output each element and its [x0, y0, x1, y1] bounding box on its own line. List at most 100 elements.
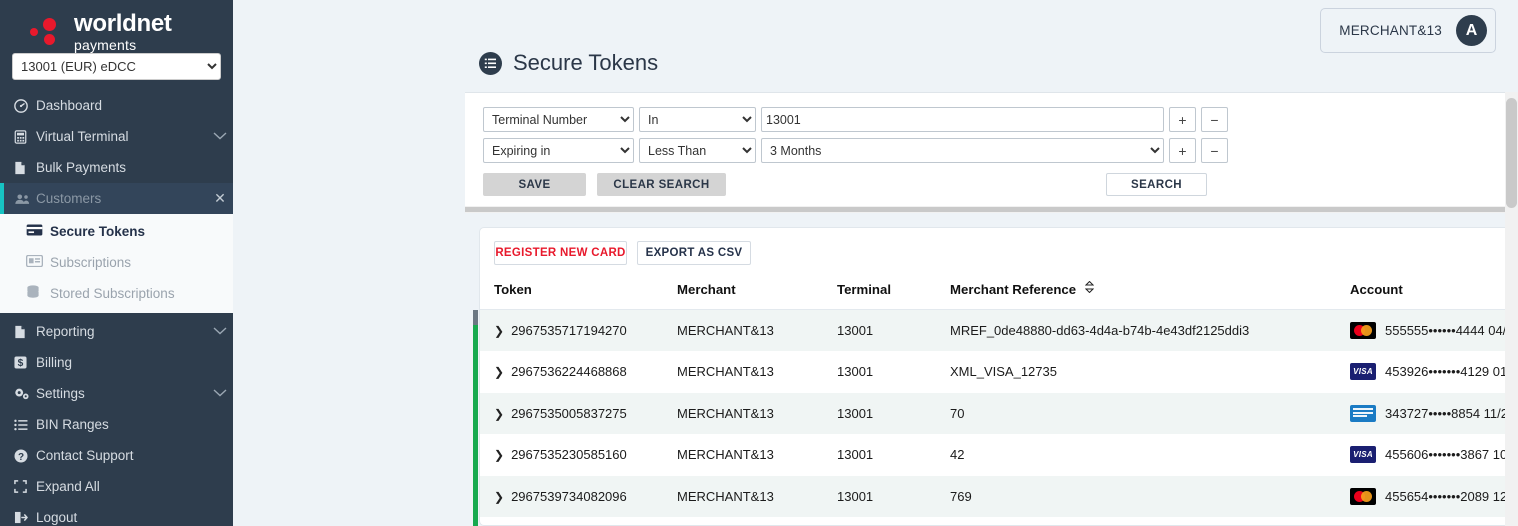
sidebar-item-reporting[interactable]: Reporting	[0, 316, 233, 347]
table-row[interactable]: ❯ 2967535717194270 MERCHANT&13 13001 MREF…	[480, 309, 1518, 351]
cell-terminal: 13001	[837, 392, 950, 434]
chevron-down-icon[interactable]	[207, 326, 233, 338]
svg-text:?: ?	[18, 452, 24, 463]
sidebar: worldnet payments 13001 (EUR) eDCC Dashb…	[0, 0, 233, 526]
cell-token[interactable]: ❯ 2967535230585160	[480, 434, 677, 476]
token-value: 2967535005837275	[511, 405, 627, 421]
calculator-icon	[14, 129, 36, 144]
token-value: 2967535717194270	[511, 323, 627, 338]
column-header-token[interactable]: Token	[480, 277, 677, 310]
remove-filter-button-2[interactable]: −	[1201, 138, 1228, 163]
column-header-merchant-reference[interactable]: Merchant Reference	[950, 277, 1350, 310]
sidebar-item-virtual-terminal[interactable]: Virtual Terminal	[0, 121, 233, 152]
expand-row-icon[interactable]: ❯	[494, 365, 504, 379]
sidebar-item-subscriptions[interactable]: Subscriptions	[0, 247, 233, 278]
table-row[interactable]: ❯ 2967535230585160 MERCHANT&13 13001 42 V…	[480, 434, 1518, 476]
column-label-merchant-reference: Merchant Reference	[950, 282, 1077, 297]
tokens-table-card: REGISTER NEW CARD EXPORT AS CSV Token Me…	[479, 227, 1518, 526]
save-button[interactable]: SAVE	[483, 173, 586, 196]
cell-terminal: 13001	[837, 475, 950, 517]
horizontal-scrollbar-thumb[interactable]	[465, 207, 1518, 212]
export-as-csv-button[interactable]: EXPORT AS CSV	[637, 241, 751, 265]
subscription-icon	[26, 254, 50, 270]
search-button[interactable]: SEARCH	[1106, 173, 1207, 196]
merchant-account-select[interactable]: 13001 (EUR) eDCC	[12, 53, 221, 80]
add-filter-button-2[interactable]: +	[1169, 138, 1196, 163]
filter-row-2: Expiring in Less Than 3 Months + −	[483, 138, 1518, 163]
merchant-badge[interactable]: MERCHANT&13 A	[1320, 8, 1496, 53]
sidebar-label-dashboard: Dashboard	[36, 98, 103, 113]
filter-field-select-1[interactable]: Terminal Number	[483, 107, 634, 132]
sidebar-item-stored-subscriptions[interactable]: Stored Subscriptions	[0, 278, 233, 309]
sidebar-item-contact-support[interactable]: ? Contact Support	[0, 440, 233, 471]
sidebar-label-virtual-terminal: Virtual Terminal	[36, 129, 129, 144]
register-new-card-button[interactable]: REGISTER NEW CARD	[494, 241, 627, 265]
sidebar-label-bin-ranges: BIN Ranges	[36, 417, 109, 432]
logout-icon	[14, 511, 36, 524]
sidebar-item-billing[interactable]: $ Billing	[0, 347, 233, 378]
cell-token[interactable]: ❯ 2967535717194270	[480, 309, 677, 351]
column-header-terminal[interactable]: Terminal	[837, 277, 950, 310]
cell-account: VISA 455606•••••••3867 10/20	[1350, 434, 1518, 476]
sidebar-item-expand-all[interactable]: Expand All	[0, 471, 233, 502]
add-filter-button-1[interactable]: +	[1169, 107, 1196, 132]
expand-row-icon[interactable]: ❯	[494, 448, 504, 462]
table-row[interactable]: ❯ 2967536224468868 MERCHANT&13 13001 XML_…	[480, 351, 1518, 393]
sidebar-item-bin-ranges[interactable]: BIN Ranges	[0, 409, 233, 440]
table-status-accent-bar	[473, 310, 478, 526]
page-vertical-scrollbar[interactable]	[1505, 92, 1518, 526]
sidebar-item-customers[interactable]: Customers ✕	[0, 183, 233, 214]
sidebar-item-settings[interactable]: Settings	[0, 378, 233, 409]
merchant-badge-name: MERCHANT&13	[1339, 23, 1442, 38]
table-row[interactable]: ❯ 2967535005837275 MERCHANT&13 13001 70 3…	[480, 392, 1518, 434]
expand-row-icon[interactable]: ❯	[494, 490, 504, 504]
sidebar-label-contact-support: Contact Support	[36, 448, 134, 463]
chevron-down-icon[interactable]	[207, 131, 233, 143]
cell-token[interactable]: ❯ 2967536224468868	[480, 351, 677, 393]
mastercard-icon	[1350, 487, 1376, 505]
sidebar-label-expand-all: Expand All	[36, 479, 100, 494]
table-row[interactable]: ❯ 2967539734082096 MERCHANT&13 13001 769 …	[480, 475, 1518, 517]
filter-value-input-1[interactable]	[761, 107, 1164, 132]
sidebar-item-logout[interactable]: Logout	[0, 502, 233, 526]
sidebar-label-bulk-payments: Bulk Payments	[36, 160, 127, 175]
filter-operator-select-1[interactable]: In	[639, 107, 756, 132]
database-icon	[26, 285, 50, 302]
sort-icon[interactable]	[1084, 280, 1094, 296]
column-header-account[interactable]: Account	[1350, 277, 1518, 310]
list-circle-icon	[479, 51, 502, 75]
close-icon[interactable]: ✕	[207, 190, 233, 207]
account-number: 453926•••••••4129 01/22	[1385, 364, 1518, 380]
sidebar-item-secure-tokens[interactable]: Secure Tokens	[0, 216, 233, 247]
expand-icon	[14, 480, 36, 493]
filter-operator-select-2[interactable]: Less Than	[639, 138, 756, 163]
visa-icon: VISA	[1350, 363, 1376, 381]
question-icon: ?	[14, 449, 36, 463]
logo-area: worldnet payments	[0, 0, 233, 52]
filter-value-select-2[interactable]: 3 Months	[761, 138, 1164, 163]
avatar[interactable]: A	[1456, 15, 1487, 46]
secure-tokens-table: Token Merchant Terminal Merchant Referen…	[480, 277, 1518, 517]
clear-search-button[interactable]: CLEAR SEARCH	[597, 173, 726, 196]
main-content: MERCHANT&13 A Secure Tokens Terminal Num…	[233, 0, 1518, 526]
horizontal-scrollbar[interactable]	[465, 206, 1518, 213]
column-header-merchant[interactable]: Merchant	[677, 277, 837, 310]
cell-merchant: MERCHANT&13	[677, 392, 837, 434]
filter-field-select-2[interactable]: Expiring in	[483, 138, 634, 163]
expand-row-icon[interactable]: ❯	[494, 324, 504, 338]
cell-account: 455654•••••••2089 12/20	[1350, 475, 1518, 517]
column-label-account: Account	[1350, 281, 1403, 297]
sidebar-label-reporting: Reporting	[36, 324, 95, 339]
sidebar-item-dashboard[interactable]: Dashboard	[0, 90, 233, 121]
cell-token[interactable]: ❯ 2967535005837275	[480, 392, 677, 434]
worldnet-logo: worldnet payments	[0, 12, 233, 52]
cell-terminal: 13001	[837, 434, 950, 476]
expand-row-icon[interactable]: ❯	[494, 407, 504, 421]
account-number: 555555••••••4444 04/18	[1385, 323, 1518, 338]
sidebar-item-bulk-payments[interactable]: Bulk Payments	[0, 152, 233, 183]
cell-token[interactable]: ❯ 2967539734082096	[480, 475, 677, 517]
sidebar-label-billing: Billing	[36, 355, 73, 370]
chevron-down-icon[interactable]	[207, 388, 233, 400]
remove-filter-button-1[interactable]: −	[1201, 107, 1228, 132]
page-scrollbar-thumb[interactable]	[1506, 98, 1517, 208]
